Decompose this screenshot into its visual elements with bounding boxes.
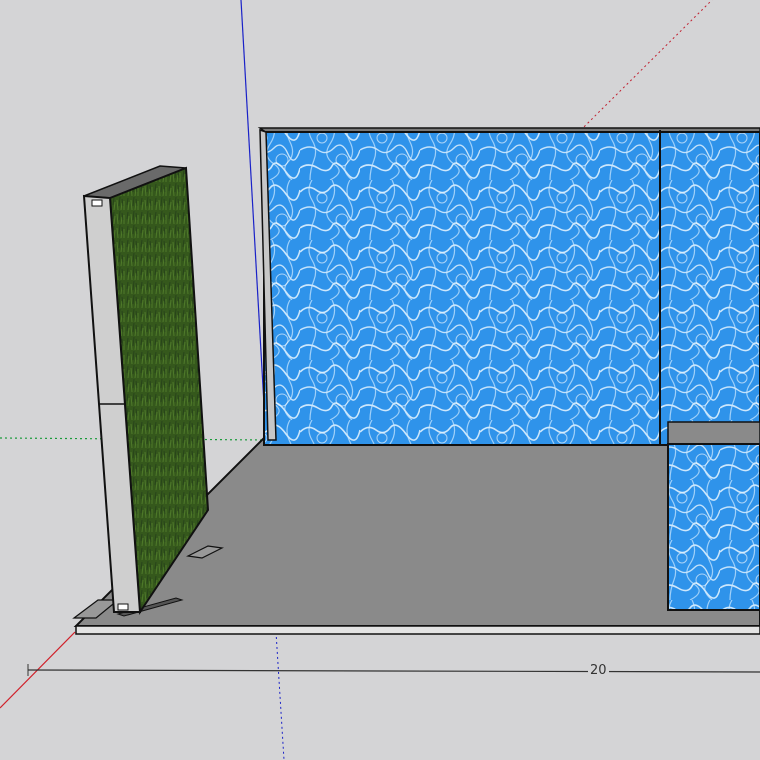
water-block[interactable] [667, 421, 760, 611]
back-water-wall[interactable] [257, 127, 760, 446]
dimension-20[interactable] [27, 664, 760, 676]
dimension-label: 20 [588, 663, 609, 678]
modeling-viewport[interactable]: 20 [0, 0, 760, 760]
grass-partition[interactable] [72, 165, 224, 619]
scene-canvas[interactable] [0, 0, 760, 760]
blue-axis-dotted [275, 631, 285, 760]
